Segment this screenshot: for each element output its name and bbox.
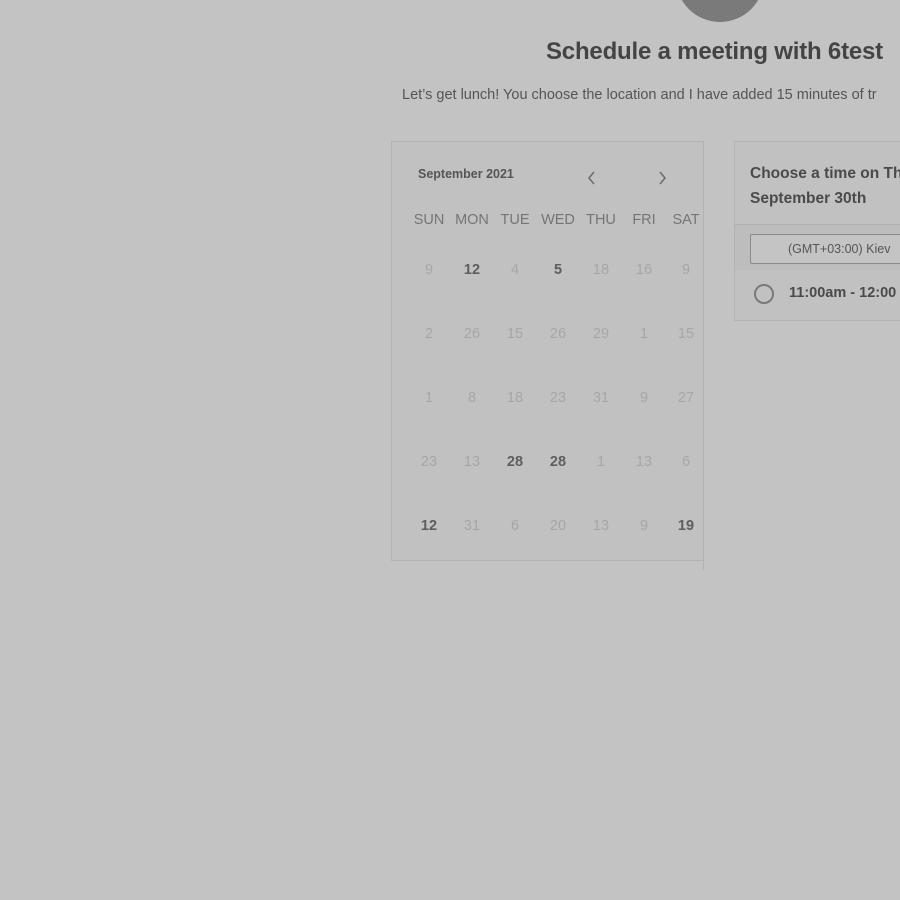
time-slot-option[interactable]: 11:00am - 12:00	[735, 270, 900, 318]
calendar-day: 15	[677, 326, 695, 342]
calendar-day: 1	[596, 454, 606, 470]
calendar-day: 1	[424, 390, 434, 406]
calendar-day: 9	[639, 390, 649, 406]
calendar-day: 16	[635, 262, 653, 278]
row-edge-marker	[703, 422, 704, 442]
calendar-day-available[interactable]: 28	[540, 450, 576, 474]
calendar-day: 15	[506, 326, 524, 342]
calendar-day: 2	[424, 326, 434, 342]
calendar-day: 9	[681, 262, 691, 278]
calendar-days-grid: 9 12 4 5 18 16 9 2 26 15 26 29 1 15 1 8 18 23 31 9 27 23 13 28 2…	[392, 142, 704, 570]
calendar-day-available[interactable]: 28	[497, 450, 533, 474]
row-edge-marker	[703, 358, 704, 378]
calendar-day: 26	[549, 326, 567, 342]
time-slot-label: 11:00am - 12:00	[789, 285, 897, 301]
calendar-day: 23	[549, 390, 567, 406]
calendar-day: 4	[510, 262, 520, 278]
calendar-day: 13	[592, 518, 610, 534]
calendar-day-available[interactable]: 12	[454, 258, 490, 282]
row-edge-marker	[703, 550, 704, 570]
calendar-day: 9	[424, 262, 434, 278]
timezone-select[interactable]: (GMT+03:00) Kiev	[750, 234, 900, 264]
calendar-day: 8	[467, 390, 477, 406]
time-slot-heading-line2: September 30th	[750, 190, 867, 207]
calendar-day: 26	[463, 326, 481, 342]
calendar-day: 31	[592, 390, 610, 406]
calendar-day-available[interactable]: 12	[411, 514, 447, 538]
time-slot-heading-line1: Choose a time on Th	[750, 165, 900, 182]
row-edge-marker	[703, 294, 704, 314]
calendar-day: 29	[592, 326, 610, 342]
calendar-day: 27	[677, 390, 695, 406]
calendar-day: 20	[549, 518, 567, 534]
time-slot-panel: Choose a time on Th September 30th (GMT+…	[734, 141, 900, 321]
radio-button[interactable]	[754, 284, 774, 304]
calendar-day: 13	[463, 454, 481, 470]
calendar-day-available[interactable]: 19	[668, 514, 704, 538]
host-avatar	[676, 0, 764, 22]
calendar-day: 23	[420, 454, 438, 470]
meeting-description: Let’s get lunch! You choose the location…	[402, 87, 877, 103]
date-picker-calendar: September 2021 SUN MON TUE WED THU FRI SAT 9 12…	[391, 141, 704, 570]
calendar-day: 1	[639, 326, 649, 342]
calendar-day-available[interactable]: 5	[540, 258, 576, 282]
page-title: Schedule a meeting with 6test	[546, 38, 883, 65]
time-slot-heading: Choose a time on Th September 30th	[750, 161, 900, 211]
calendar-day: 13	[635, 454, 653, 470]
calendar-day: 6	[681, 454, 691, 470]
calendar-day: 31	[463, 518, 481, 534]
calendar-day: 9	[639, 518, 649, 534]
calendar-day: 18	[506, 390, 524, 406]
row-edge-marker	[703, 486, 704, 506]
calendar-day: 18	[592, 262, 610, 278]
calendar-day: 6	[510, 518, 520, 534]
